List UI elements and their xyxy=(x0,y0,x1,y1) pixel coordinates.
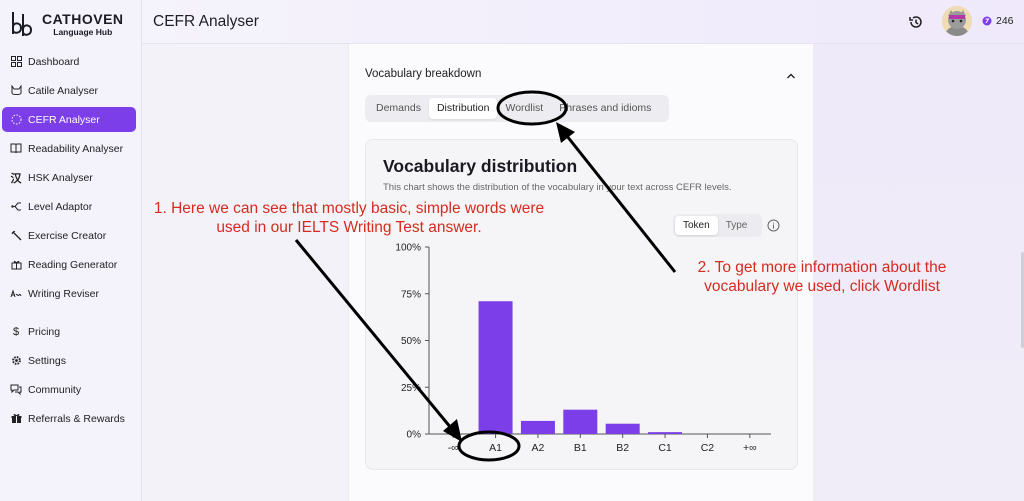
x-tick-label: C2 xyxy=(701,442,715,454)
bar-A2[interactable] xyxy=(520,420,555,434)
sidebar-item-label: Exercise Creator xyxy=(28,229,107,242)
x-tick-label: A2 xyxy=(532,442,545,454)
credits-count: 246 xyxy=(996,15,1014,27)
sidebar-item-community[interactable]: Community xyxy=(2,377,136,402)
sidebar: CATHOVEN Language Hub Dashboard Catile A… xyxy=(0,0,142,501)
brand-logo[interactable]: CATHOVEN Language Hub xyxy=(10,8,124,40)
wand-icon xyxy=(10,230,22,242)
gift-box-icon xyxy=(10,259,22,271)
sidebar-item-dashboard[interactable]: Dashboard xyxy=(2,49,136,74)
sidebar-item-exercise-creator[interactable]: Exercise Creator xyxy=(2,223,136,248)
top-header: CEFR Analyser 246 xyxy=(142,0,1024,44)
sidebar-item-writing-reviser[interactable]: Writing Reviser xyxy=(2,281,136,306)
sidebar-item-label: Settings xyxy=(28,354,66,367)
bar-B1[interactable] xyxy=(563,409,598,434)
section-title: Vocabulary breakdown xyxy=(365,68,482,80)
tab-phrases-and-idioms[interactable]: Phrases and idioms xyxy=(551,98,659,119)
tab-wordlist[interactable]: Wordlist xyxy=(497,98,551,119)
sidebar-item-label: Catile Analyser xyxy=(28,84,99,97)
sidebar-item-level-adaptor[interactable]: Level Adaptor xyxy=(2,194,136,219)
main-area: Vocabulary breakdown Demands Distributio… xyxy=(142,44,1024,501)
sidebar-item-label: Level Adaptor xyxy=(28,200,93,213)
y-tick-label: 0% xyxy=(407,430,422,441)
bar-C1[interactable] xyxy=(648,432,683,434)
tab-demands[interactable]: Demands xyxy=(368,98,429,119)
right-background xyxy=(814,44,1024,501)
sidebar-item-pricing[interactable]: $ Pricing xyxy=(2,319,136,344)
sidebar-item-label: CEFR Analyser xyxy=(28,113,100,126)
x-tick-label: B1 xyxy=(574,442,587,454)
branch-icon xyxy=(10,201,22,213)
sidebar-item-settings[interactable]: Settings xyxy=(2,348,136,373)
distribution-card: Vocabulary distribution This chart shows… xyxy=(365,139,798,470)
x-tick-label: -∞ xyxy=(448,442,459,454)
sidebar-item-label: Community xyxy=(28,383,82,396)
hanzi-icon: 汉 xyxy=(10,172,22,185)
gear-icon xyxy=(10,355,22,367)
grid-icon xyxy=(10,56,22,68)
page-title: CEFR Analyser xyxy=(153,13,259,30)
book-icon xyxy=(10,143,22,155)
y-tick-label: 75% xyxy=(401,289,421,300)
y-tick-label: 50% xyxy=(401,336,421,347)
chevron-up-icon[interactable] xyxy=(785,69,797,81)
sidebar-item-reading-generator[interactable]: Reading Generator xyxy=(2,252,136,277)
sidebar-item-label: Referrals & Rewards xyxy=(28,412,125,425)
content-panel: Vocabulary breakdown Demands Distributio… xyxy=(348,44,814,501)
sidebar-item-label: Dashboard xyxy=(28,55,80,68)
avatar[interactable] xyxy=(942,6,972,36)
sidebar-nav: Dashboard Catile Analyser CEFR Analyser … xyxy=(0,49,142,435)
sidebar-item-hsk-analyser[interactable]: 汉 HSK Analyser xyxy=(2,165,136,190)
bar-A1[interactable] xyxy=(478,301,513,434)
credit-icon xyxy=(982,16,992,26)
sidebar-item-label: Pricing xyxy=(28,325,61,338)
gift-icon xyxy=(10,413,22,425)
distribution-chart: 100% 75% 50% 25% 0% -∞ A1 A2 B1 B2 C1 C2 +∞ xyxy=(395,243,771,454)
sidebar-item-label: Writing Reviser xyxy=(28,287,99,300)
y-tick-label: 100% xyxy=(395,243,421,254)
cat-icon xyxy=(10,85,22,97)
credits-badge[interactable]: 246 xyxy=(982,15,1014,27)
chat-icon xyxy=(10,384,22,396)
sidebar-item-catile-analyser[interactable]: Catile Analyser xyxy=(2,78,136,103)
signature-icon xyxy=(10,288,22,300)
x-tick-label: B2 xyxy=(616,442,629,454)
logo-icon xyxy=(10,10,36,38)
sidebar-item-readability-analyser[interactable]: Readability Analyser xyxy=(2,136,136,161)
brand-title: CATHOVEN xyxy=(42,10,124,27)
x-tick-label: A1 xyxy=(489,442,502,454)
sidebar-item-label: Reading Generator xyxy=(28,258,118,271)
bar-B2[interactable] xyxy=(605,423,640,434)
section-tabs: Demands Distribution Wordlist Phrases an… xyxy=(365,95,669,122)
x-tick-label: C1 xyxy=(658,442,672,454)
dotted-circle-icon xyxy=(10,114,22,126)
sidebar-item-referrals-rewards[interactable]: Referrals & Rewards xyxy=(2,406,136,431)
sidebar-item-label: Readability Analyser xyxy=(28,142,124,155)
y-tick-label: 25% xyxy=(401,383,421,394)
history-icon[interactable] xyxy=(908,14,924,30)
x-tick-label: +∞ xyxy=(743,442,757,454)
tab-distribution[interactable]: Distribution xyxy=(428,98,498,119)
brand-subtitle: Language Hub xyxy=(53,26,113,37)
sidebar-item-cefr-analyser[interactable]: CEFR Analyser xyxy=(2,107,136,132)
sidebar-item-label: HSK Analyser xyxy=(28,171,93,184)
dollar-icon: $ xyxy=(12,325,20,338)
